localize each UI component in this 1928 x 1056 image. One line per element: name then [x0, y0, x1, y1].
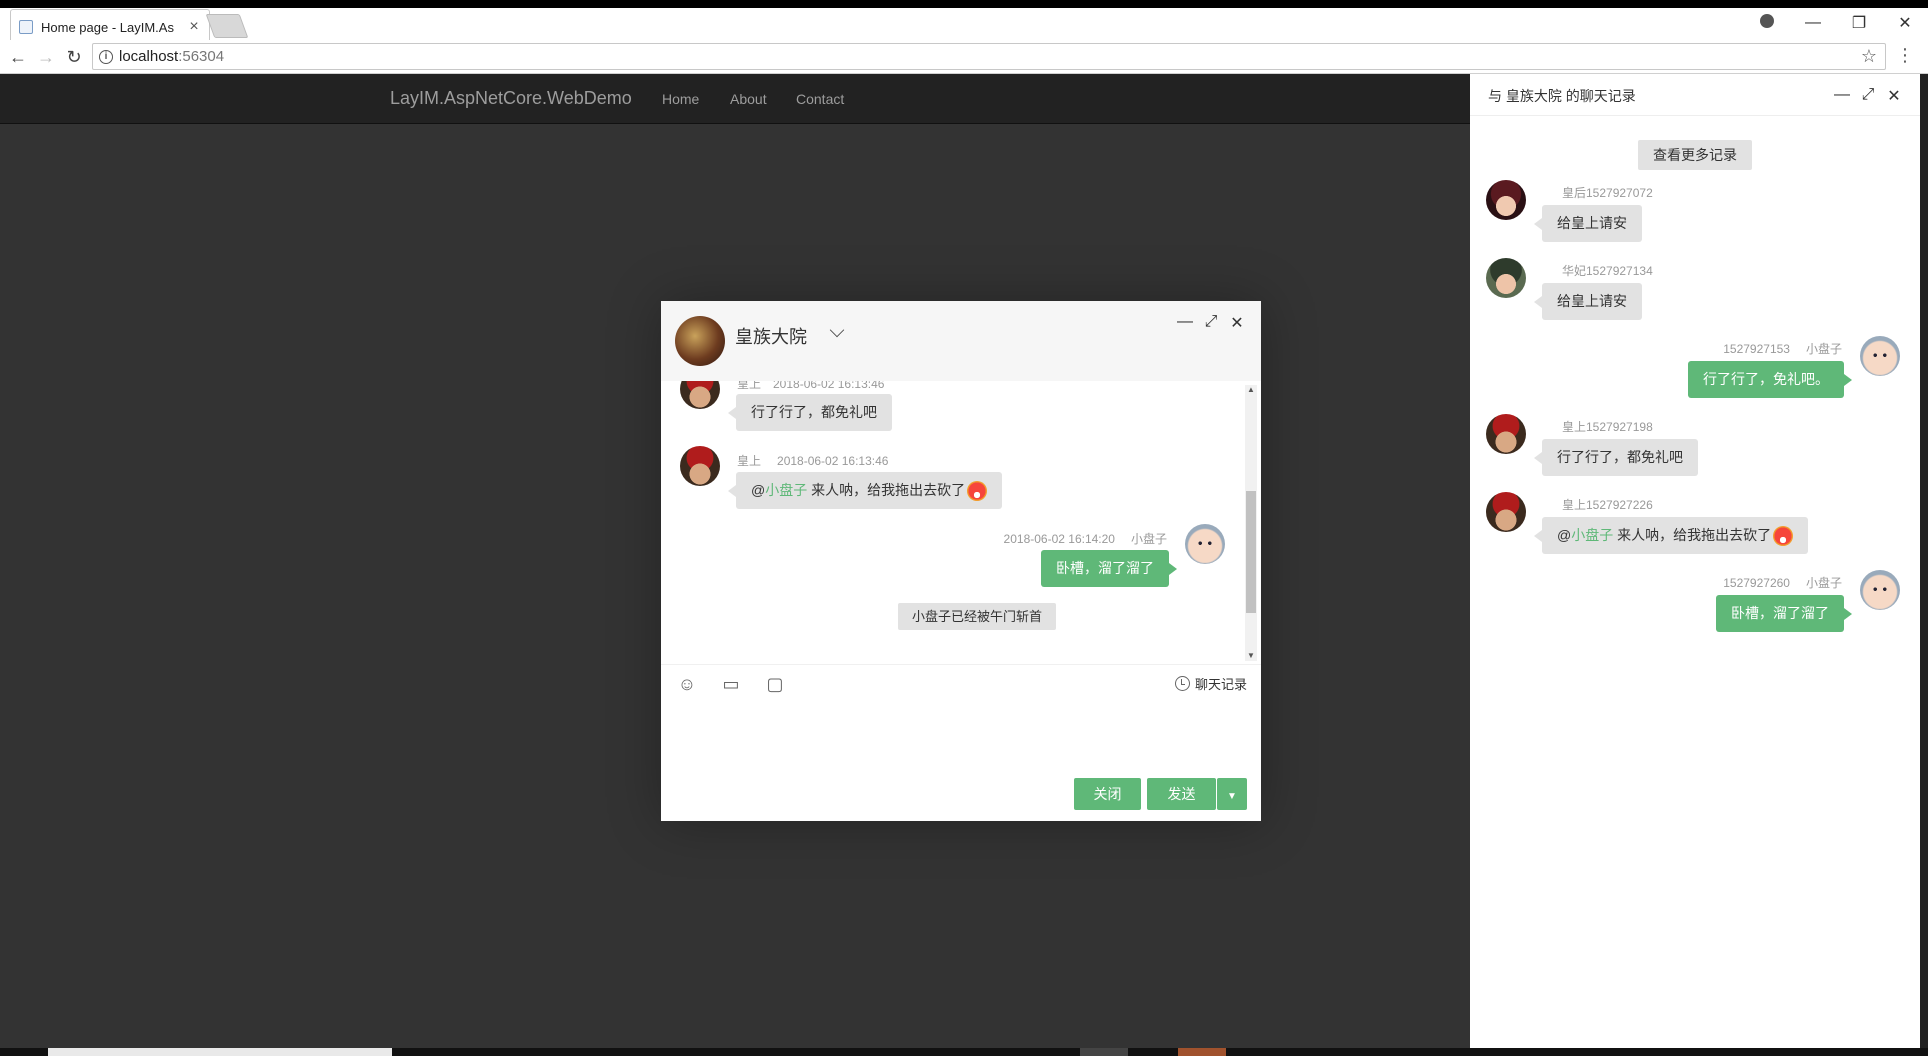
- new-tab-button[interactable]: [205, 14, 249, 38]
- message-bubble: 行了行了，免礼吧。: [1688, 361, 1852, 398]
- group-avatar: [675, 316, 725, 366]
- message-meta: 皇后1527927072: [1562, 186, 1653, 200]
- back-icon[interactable]: ←: [6, 45, 30, 69]
- message-bubble: @小盘子 来人呐，给我拖出去砍了: [728, 472, 1003, 509]
- scroll-down-icon[interactable]: ▼: [1246, 651, 1256, 660]
- avatar[interactable]: [1486, 414, 1526, 454]
- scrollbar-thumb[interactable]: [1246, 491, 1256, 613]
- image-icon[interactable]: ▭: [720, 673, 742, 695]
- reload-icon[interactable]: ↻: [62, 45, 86, 69]
- view-more-button[interactable]: 查看更多记录: [1638, 140, 1752, 170]
- chat-header[interactable]: 皇族大院 — ⤢ ✕: [661, 301, 1261, 381]
- message-bubble: 卧槽，溜了溜了: [1716, 595, 1852, 632]
- nav-about[interactable]: About: [730, 91, 767, 107]
- site-brand[interactable]: LayIM.AspNetCore.WebDemo: [390, 88, 632, 109]
- page-favicon-icon: [19, 20, 33, 34]
- nav-home[interactable]: Home: [662, 91, 699, 107]
- close-icon[interactable]: ✕: [1884, 86, 1904, 106]
- message-meta: 皇上 2018-06-02 16:13:46: [737, 454, 889, 468]
- close-button[interactable]: 关闭: [1074, 778, 1141, 810]
- forward-icon[interactable]: →: [34, 45, 58, 69]
- history-header[interactable]: 与 皇族大院 的聊天记录 — ⤢ ✕: [1470, 74, 1920, 116]
- scroll-up-icon[interactable]: ▲: [1246, 385, 1256, 394]
- message-bubble: 行了行了，都免礼吧: [1534, 439, 1698, 476]
- profile-icon: [1760, 13, 1774, 28]
- history-scrollbar[interactable]: [1920, 74, 1928, 1048]
- browser-menu-icon[interactable]: ⋮: [1896, 45, 1914, 66]
- avatar[interactable]: [1860, 336, 1900, 376]
- send-button[interactable]: 发送: [1147, 778, 1216, 810]
- url-input[interactable]: i localhost:56304 ☆: [92, 43, 1886, 70]
- clock-icon: [1174, 676, 1190, 691]
- nav-contact[interactable]: Contact: [796, 91, 844, 107]
- taskbar-app[interactable]: [1080, 1048, 1128, 1056]
- caret-down-icon: ▼: [1227, 791, 1237, 802]
- window-controls: — ❐ ✕: [1744, 8, 1928, 38]
- message-meta: 1527927260 小盘子: [1723, 576, 1842, 590]
- message-meta: 皇上 2018-06-02 16:13:46: [737, 381, 885, 391]
- address-bar: ← → ↻ i localhost:56304 ☆ ⋮: [0, 40, 1928, 74]
- maximize-icon[interactable]: ⤢: [1858, 86, 1878, 104]
- maximize-icon[interactable]: ⤢: [1201, 313, 1221, 331]
- minimize-window-button[interactable]: —: [1790, 14, 1836, 32]
- avatar[interactable]: [1486, 180, 1526, 220]
- mention-link[interactable]: 小盘子: [1571, 527, 1613, 543]
- url-port: :56304: [178, 48, 225, 65]
- close-window-button[interactable]: ✕: [1882, 13, 1928, 33]
- avatar[interactable]: [680, 381, 720, 409]
- message-bubble: 卧槽，溜了溜了: [1041, 550, 1177, 587]
- close-tab-icon[interactable]: ×: [187, 18, 201, 36]
- site-navbar: LayIM.AspNetCore.WebDemo Home About Cont…: [0, 74, 1470, 124]
- history-title: 与 皇族大院 的聊天记录: [1488, 88, 1636, 104]
- mention-link[interactable]: 小盘子: [765, 482, 807, 498]
- avatar[interactable]: [1486, 258, 1526, 298]
- angry-emoji-icon: [967, 481, 988, 502]
- close-icon[interactable]: ✕: [1227, 313, 1247, 333]
- profile-button[interactable]: [1744, 13, 1790, 33]
- chat-toolbar: ☺ ▭ ▢ 聊天记录: [661, 664, 1261, 702]
- message-bubble: 给皇上请安: [1534, 205, 1642, 242]
- tab-title: Home page - LayIM.As: [41, 19, 174, 35]
- avatar[interactable]: [680, 446, 720, 486]
- send-options-button[interactable]: ▼: [1217, 778, 1247, 810]
- chat-history-link[interactable]: 聊天记录: [1174, 674, 1247, 693]
- system-message: 小盘子已经被午门斩首: [898, 603, 1057, 630]
- taskbar-app[interactable]: [1178, 1048, 1226, 1056]
- site-info-icon[interactable]: i: [99, 49, 113, 64]
- taskbar-search[interactable]: [48, 1048, 392, 1056]
- history-link-label: 聊天记录: [1194, 677, 1247, 692]
- message-meta: 2018-06-02 16:14:20 小盘子: [1003, 532, 1167, 546]
- message-meta: 华妃1527927134: [1562, 264, 1653, 278]
- folder-icon[interactable]: ▢: [764, 673, 786, 695]
- message-bubble: @小盘子 来人呐，给我拖出去砍了: [1534, 517, 1809, 554]
- avatar[interactable]: [1860, 570, 1900, 610]
- url-host: localhost: [119, 48, 179, 65]
- minimize-icon[interactable]: —: [1832, 86, 1852, 104]
- avatar[interactable]: [1486, 492, 1526, 532]
- tab-bar: Home page - LayIM.As ×: [0, 8, 1928, 44]
- chevron-down-icon[interactable]: [829, 322, 845, 338]
- message-bubble: 行了行了，都免礼吧: [728, 394, 892, 431]
- minimize-icon[interactable]: —: [1175, 313, 1195, 331]
- message-input[interactable]: [675, 703, 1247, 767]
- message-bubble: 给皇上请安: [1534, 283, 1642, 320]
- bookmark-star-icon[interactable]: ☆: [1861, 46, 1877, 67]
- emoji-icon[interactable]: ☺: [676, 673, 698, 695]
- message-meta: 皇上1527927198: [1562, 420, 1653, 434]
- screen-top-strip: [0, 0, 1928, 8]
- message-meta: 皇上1527927226: [1562, 498, 1653, 512]
- chat-window: 皇族大院 — ⤢ ✕ 皇上 2018-06-02 16:13:46 行了行了，都…: [661, 301, 1261, 821]
- avatar[interactable]: [1185, 524, 1225, 564]
- message-meta: 1527927153 小盘子: [1723, 342, 1842, 356]
- history-panel: 与 皇族大院 的聊天记录 — ⤢ ✕ 查看更多记录 皇后1527927072 给…: [1470, 74, 1920, 1048]
- browser-tab[interactable]: Home page - LayIM.As ×: [10, 9, 210, 44]
- group-name: 皇族大院: [735, 327, 807, 347]
- chat-messages: 皇上 2018-06-02 16:13:46 行了行了，都免礼吧 皇上 2018-…: [661, 381, 1261, 664]
- angry-emoji-icon: [1773, 526, 1794, 547]
- restore-window-button[interactable]: ❐: [1836, 13, 1882, 33]
